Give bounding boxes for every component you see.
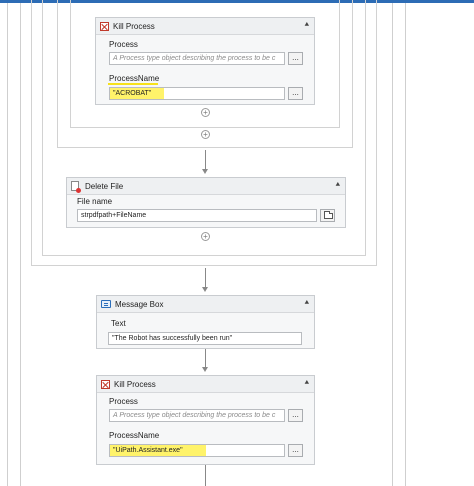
activity-title: Delete File: [85, 181, 124, 191]
flow-connector: [205, 268, 206, 288]
kill-process-icon: [101, 379, 110, 389]
highlight-mark: [108, 83, 158, 85]
plus-circle-icon[interactable]: +: [201, 130, 210, 139]
process-browse-button[interactable]: ...: [288, 409, 303, 422]
process-name-label: ProcessName: [109, 431, 160, 440]
activity-header[interactable]: Kill Process ⯅: [97, 376, 314, 393]
process-input[interactable]: A Process type object describing the pro…: [109, 52, 285, 65]
flow-connector: [205, 150, 206, 170]
double-chevron-up-icon[interactable]: ⯅: [335, 180, 341, 190]
process-name-browse-button[interactable]: ...: [288, 87, 303, 100]
process-label: Process: [109, 397, 138, 406]
folder-icon: [324, 211, 333, 219]
flow-connector: [205, 465, 206, 486]
process-name-input[interactable]: "UiPath.Assistant.exe": [109, 444, 285, 457]
process-name-value: "ACROBAT": [113, 90, 152, 97]
double-chevron-up-icon[interactable]: ⯅: [304, 20, 310, 30]
process-name-browse-button[interactable]: ...: [288, 444, 303, 457]
designer-guide-line: [405, 3, 406, 486]
plus-circle-icon[interactable]: +: [201, 232, 210, 241]
delete-file-icon: [71, 181, 81, 193]
process-name-input[interactable]: "ACROBAT": [109, 87, 285, 100]
process-label: Process: [109, 40, 138, 49]
flow-connector: [205, 349, 206, 368]
double-chevron-up-icon[interactable]: ⯅: [304, 298, 310, 308]
file-name-label: File name: [77, 197, 113, 206]
text-input[interactable]: "The Robot has successfully been run": [108, 332, 302, 345]
designer-guide-line: [7, 3, 8, 486]
process-browse-button[interactable]: ...: [288, 52, 303, 65]
process-name-value: "UiPath.Assistant.exe": [113, 447, 183, 454]
process-name-label: ProcessName: [109, 74, 160, 83]
arrow-down-icon: [202, 367, 208, 372]
activity-header[interactable]: Message Box ⯅: [97, 296, 314, 313]
arrow-down-icon: [202, 287, 208, 292]
file-name-input[interactable]: strpdfpath+FileName: [77, 209, 317, 222]
activity-title: Message Box: [115, 299, 164, 309]
kill-process-icon: [100, 21, 109, 31]
arrow-down-icon: [202, 169, 208, 174]
activity-title: Kill Process: [113, 21, 155, 31]
designer-guide-line: [20, 3, 21, 486]
process-input[interactable]: A Process type object describing the pro…: [109, 409, 285, 422]
message-box-icon: [101, 300, 111, 308]
text-label: Text: [111, 319, 126, 328]
double-chevron-up-icon[interactable]: ⯅: [304, 378, 310, 388]
activity-header[interactable]: Kill Process ⯅: [96, 18, 314, 35]
designer-guide-line: [392, 3, 393, 486]
plus-circle-icon[interactable]: +: [201, 108, 210, 117]
activity-header[interactable]: Delete File ⯅: [67, 178, 345, 195]
activity-title: Kill Process: [114, 379, 156, 389]
browse-folder-button[interactable]: [320, 209, 335, 222]
